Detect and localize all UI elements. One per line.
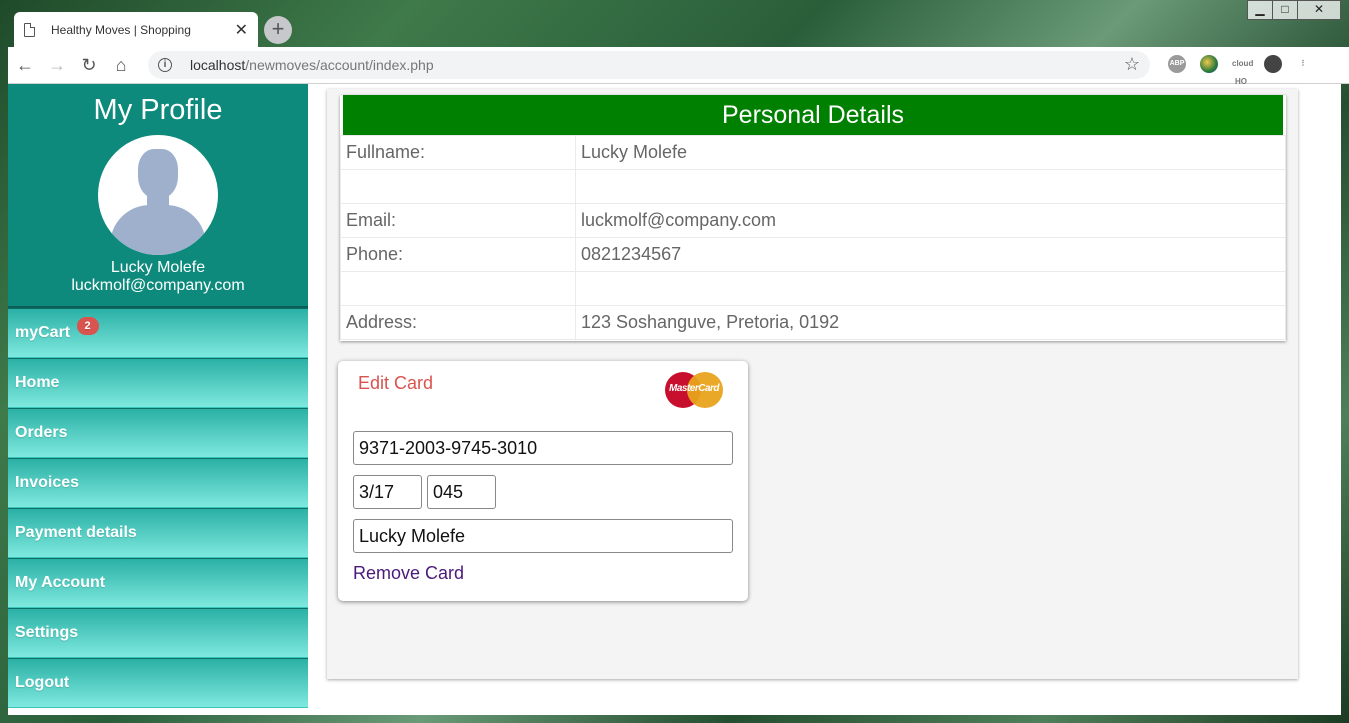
profile-email: luckmolf@company.com: [71, 277, 245, 294]
sidebar-item-label: Invoices: [15, 474, 80, 491]
payment-card-panel: Edit Card MasterCard Remove Card: [338, 361, 748, 601]
table-row: [340, 169, 1286, 204]
reload-icon[interactable]: ↻: [74, 55, 104, 76]
sidebar-item-orders[interactable]: Orders: [8, 408, 308, 458]
tab-title: Healthy Moves | Shopping: [51, 22, 191, 37]
forward-icon[interactable]: →: [42, 55, 72, 76]
card-cvv-input[interactable]: [427, 475, 496, 509]
empty-value: [575, 169, 1286, 204]
profile-header: My Profile Lucky Molefe luckmolf@company…: [8, 84, 308, 308]
sidebar-item-invoices[interactable]: Invoices: [8, 458, 308, 508]
window-close-button[interactable]: ✕: [1297, 0, 1341, 20]
cloudhq-icon[interactable]: cloud HQ: [1232, 55, 1253, 86]
cart-count-badge: 2: [76, 317, 99, 335]
card-holder-input[interactable]: [353, 519, 733, 553]
back-icon[interactable]: ←: [10, 55, 40, 76]
table-row: [340, 271, 1286, 306]
sidebar-item-home[interactable]: Home: [8, 358, 308, 408]
sidebar-item-label: myCart: [15, 324, 71, 341]
adblock-icon[interactable]: ABP: [1168, 55, 1186, 73]
bookmark-star-icon[interactable]: ☆: [1124, 54, 1140, 75]
table-row: Phone: 0821234567: [340, 237, 1286, 272]
email-value: luckmolf@company.com: [575, 203, 1286, 238]
sidebar-item-label: Logout: [15, 674, 70, 691]
empty-label: [340, 271, 576, 306]
card-expiry-input[interactable]: [353, 475, 422, 509]
mastercard-icon: MasterCard: [665, 372, 723, 408]
new-tab-button[interactable]: +: [264, 16, 292, 44]
tab-close-icon[interactable]: ✕: [235, 20, 248, 40]
sidebar-item-label: My Account: [15, 574, 106, 591]
sidebar-item-label: Orders: [15, 424, 68, 441]
edit-card-link[interactable]: Edit Card: [358, 373, 433, 394]
main-panel: Personal Details Fullname: Lucky Molefe …: [327, 89, 1298, 679]
address-label: Address:: [340, 305, 576, 340]
sidebar-item-label: Settings: [15, 624, 79, 641]
browser-tab[interactable]: Healthy Moves | Shopping ✕: [14, 12, 258, 47]
sidebar-item-settings[interactable]: Settings: [8, 608, 308, 658]
url-path: /newmoves/account/index.php: [245, 57, 434, 73]
browser-titlebar: Healthy Moves | Shopping ✕ + ▁ □ ✕: [0, 0, 1349, 47]
globe-extension-icon[interactable]: [1200, 55, 1218, 73]
address-value: 123 Soshanguve, Pretoria, 0192: [575, 305, 1286, 340]
extensions-area: ABP cloud HQ ⋮: [1168, 55, 1324, 86]
email-label: Email:: [340, 203, 576, 238]
maximize-button[interactable]: □: [1272, 0, 1298, 20]
page-content: My Profile Lucky Molefe luckmolf@company…: [8, 84, 1341, 715]
window-controls: ▁ □ ✕: [1247, 0, 1341, 20]
info-icon[interactable]: i: [158, 58, 172, 72]
empty-value: [575, 271, 1286, 306]
table-row: Address: 123 Soshanguve, Pretoria, 0192: [340, 305, 1286, 340]
personal-details-heading: Personal Details: [343, 95, 1283, 135]
url-text: localhost/newmoves/account/index.php: [190, 57, 434, 73]
table-row: Email: luckmolf@company.com: [340, 203, 1286, 238]
fullname-label: Fullname:: [340, 135, 576, 170]
table-row: Fullname: Lucky Molefe: [340, 135, 1286, 170]
phone-value: 0821234567: [575, 237, 1286, 272]
sidebar: My Profile Lucky Molefe luckmolf@company…: [8, 84, 308, 715]
page-icon: [24, 22, 35, 37]
profile-title: My Profile: [93, 94, 223, 126]
phone-label: Phone:: [340, 237, 576, 272]
home-icon[interactable]: ⌂: [106, 55, 136, 76]
browser-toolbar: ← → ↻ ⌂ i localhost/newmoves/account/ind…: [8, 47, 1349, 86]
remove-card-link[interactable]: Remove Card: [353, 563, 464, 584]
avatar-head: [138, 149, 178, 199]
menu-dots-icon[interactable]: ⋮: [1296, 55, 1310, 73]
minimize-button[interactable]: ▁: [1247, 0, 1273, 20]
avatar: [98, 135, 218, 255]
empty-label: [340, 169, 576, 204]
url-host: localhost: [190, 57, 246, 73]
fullname-value: Lucky Molefe: [575, 135, 1286, 170]
sidebar-item-logout[interactable]: Logout: [8, 658, 308, 708]
address-bar[interactable]: i localhost/newmoves/account/index.php ☆: [148, 51, 1150, 79]
sidebar-item-label: Home: [15, 374, 60, 391]
sidebar-item-payment-details[interactable]: Payment details: [8, 508, 308, 558]
sidebar-item-mycart[interactable]: myCart 2: [8, 308, 308, 358]
mastercard-label: MasterCard: [668, 383, 720, 394]
personal-details-panel: Personal Details Fullname: Lucky Molefe …: [340, 95, 1286, 341]
profile-avatar-icon[interactable]: [1264, 55, 1282, 73]
card-number-input[interactable]: [353, 431, 733, 465]
personal-details-table: Fullname: Lucky Molefe Email: luckmolf@c…: [340, 135, 1286, 340]
profile-name: Lucky Molefe: [110, 259, 206, 276]
sidebar-item-my-account[interactable]: My Account: [8, 558, 308, 608]
sidebar-item-label: Payment details: [15, 524, 137, 541]
